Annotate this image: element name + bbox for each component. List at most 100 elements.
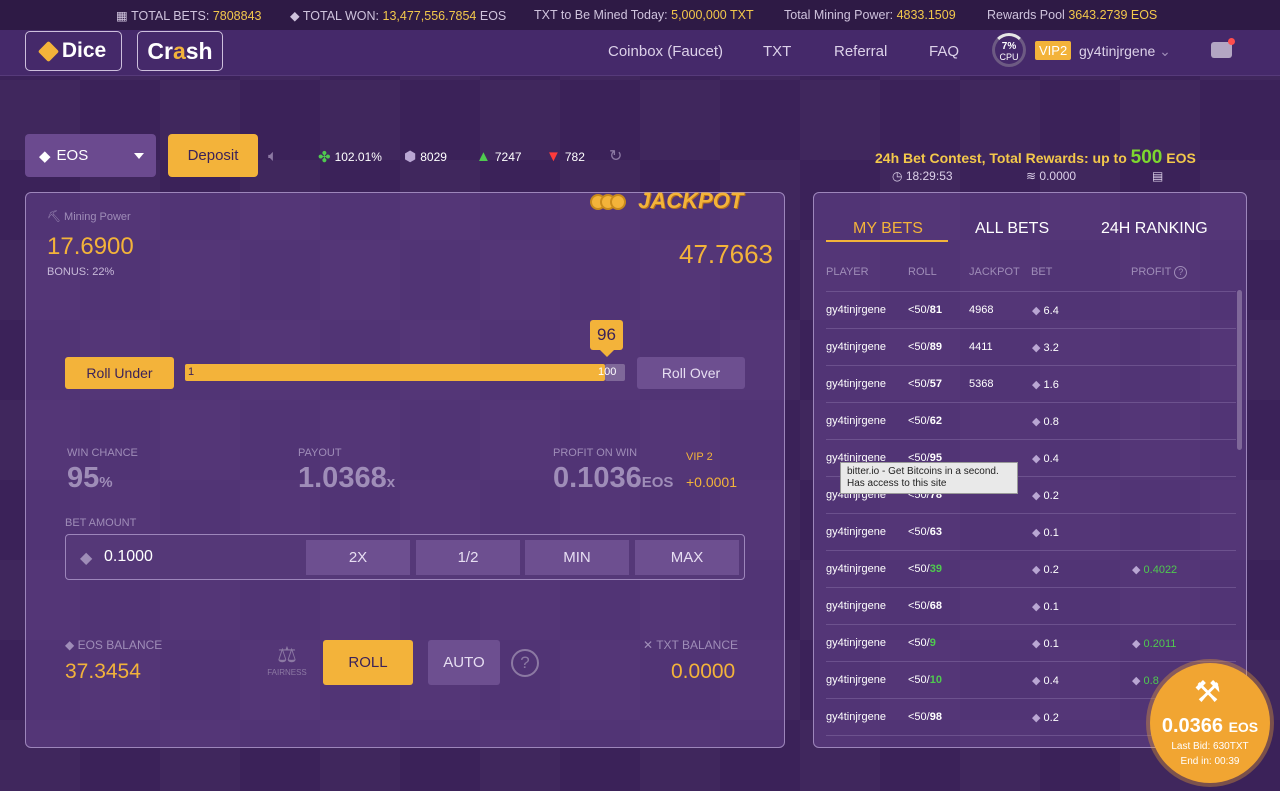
bet-contest-title[interactable]: 24h Bet Contest, Total Rewards: up to 50… — [875, 147, 1196, 169]
jackpot-banner: JACKPOT — [590, 188, 770, 230]
chevron-down-icon: ⌄ — [1159, 43, 1171, 59]
total-won-stat: ◆ TOTAL WON: 13,477,556.7854 EOS — [290, 8, 506, 23]
total-won-unit: EOS — [479, 9, 507, 23]
clover-icon: ✤ — [318, 149, 331, 166]
global-stats-bar: ▦ TOTAL BETS: 7808843 ◆ TOTAL WON: 13,47… — [0, 0, 1280, 30]
coins-icon: ≋ — [1026, 169, 1037, 183]
mining-icon: ⛏︎ — [47, 211, 61, 223]
chat-icon[interactable] — [1211, 38, 1235, 58]
max-bet-button[interactable]: MAX — [635, 540, 739, 575]
document-icon[interactable]: ▤ — [1152, 169, 1163, 183]
row-bet-value: 0.2 — [1043, 712, 1059, 724]
row-player: gy4tinjrgene — [826, 600, 886, 612]
help-icon[interactable]: ? — [511, 649, 539, 677]
header-player: PLAYER — [826, 266, 869, 278]
bets-scrollbar[interactable] — [1237, 290, 1242, 450]
row-roll-target: <50/ — [908, 637, 930, 649]
row-bet-value: 0.4 — [1043, 453, 1059, 465]
row-roll-result: 10 — [929, 674, 942, 686]
currency-select[interactable]: ◆ EOS — [25, 134, 156, 177]
min-bet-button[interactable]: MIN — [525, 540, 629, 575]
table-row: gy4tinjrgene <50/57 5368 ◆ 1.6 — [826, 366, 1236, 403]
row-profit-value: 0.8 — [1143, 675, 1159, 687]
row-roll-result: 9 — [929, 637, 936, 649]
row-roll-target: <50/ — [908, 341, 930, 353]
header-bet: BET — [1031, 266, 1053, 278]
txt-balance-value: 0.0000 — [671, 660, 736, 683]
tab-24h-ranking[interactable]: 24H RANKING — [1101, 220, 1208, 238]
row-bet-value: 0.8 — [1043, 416, 1059, 428]
total-won-value: 13,477,556.7854 — [382, 9, 477, 23]
bet-amount-input[interactable] — [104, 543, 294, 571]
half-bet-button[interactable]: 1/2 — [416, 540, 520, 575]
row-roll: <50/98 — [908, 711, 942, 723]
txt-mined-stat: TXT to Be Mined Today: 5,000,000 TXT — [534, 8, 754, 22]
luck-value: 102.01% — [334, 150, 382, 164]
gavel-icon: ⚒︎ — [1194, 676, 1221, 709]
row-player: gy4tinjrgene — [826, 674, 886, 686]
double-bet-button[interactable]: 2X — [306, 540, 410, 575]
auction-widget[interactable]: ⚒︎ 0.0366 EOS Last Bid: 630TXT End in: 0… — [1150, 663, 1270, 783]
cpu-gauge[interactable]: 7% CPU — [992, 33, 1026, 67]
main-header: Dice Cr a sh Coinbox (Faucet) TXT Referral… — [0, 30, 1280, 76]
row-roll: <50/39 — [908, 563, 942, 575]
coin-icon — [610, 194, 626, 211]
nav-faq[interactable]: FAQ — [929, 43, 959, 60]
nav-referral[interactable]: Referral — [834, 43, 887, 60]
tab-all-bets[interactable]: ALL BETS — [975, 220, 1049, 238]
refresh-icon[interactable]: ↻ — [609, 146, 622, 166]
roll-slider-handle[interactable]: 96 — [590, 320, 623, 357]
tooltip-line-1: bitter.io - Get Bitcoins in a second. — [847, 466, 999, 477]
header-profit-label: PROFIT — [1131, 266, 1172, 278]
row-bet: ◆ 1.6 — [1032, 378, 1059, 391]
row-profit: ◆ 0.8 — [1132, 674, 1159, 687]
auto-button[interactable]: AUTO — [428, 640, 500, 685]
contest-value-amount: 0.0000 — [1039, 169, 1077, 183]
roll-slider-track[interactable] — [185, 364, 605, 381]
tab-my-bets[interactable]: MY BETS — [853, 220, 923, 238]
deposit-button[interactable]: Deposit — [168, 134, 258, 177]
eos-icon: ◆ — [65, 638, 75, 652]
dice-label: Dice — [61, 39, 107, 62]
row-roll: <50/63 — [908, 526, 942, 538]
crash-label-accent: a — [172, 37, 186, 64]
contest-amount: 500 — [1130, 147, 1163, 168]
roll-over-button[interactable]: Roll Over — [637, 357, 745, 389]
dice-icon — [37, 40, 59, 62]
nav-txt[interactable]: TXT — [763, 43, 791, 60]
bet-amount-box: ◆ 2X 1/2 MIN MAX — [65, 534, 745, 580]
eos-icon: ◆ — [1032, 453, 1041, 465]
row-profit: ◆ 0.2011 — [1132, 637, 1176, 650]
row-profit-value: 0.4022 — [1143, 564, 1178, 576]
crash-game-button[interactable]: Cr a sh — [137, 31, 223, 71]
extension-tooltip: bitter.io - Get Bitcoins in a second. Ha… — [840, 462, 1018, 494]
row-roll-result: 81 — [929, 304, 942, 316]
help-icon[interactable]: ? — [1174, 266, 1188, 279]
eos-icon: ◆ — [1132, 564, 1141, 576]
roll-button[interactable]: ROLL — [323, 640, 413, 685]
eos-icon: ◆ — [290, 9, 300, 23]
txt-mined-value: 5,000,000 TXT — [671, 8, 754, 22]
row-roll-target: <50/ — [908, 378, 930, 390]
tooltip-line-2: Has access to this site — [847, 478, 947, 489]
row-bet: ◆ 0.1 — [1032, 637, 1059, 650]
row-roll-result: 62 — [929, 415, 942, 427]
row-bet: ◆ 0.1 — [1032, 526, 1059, 539]
win-chance-value: 95% — [67, 462, 113, 495]
nav-coinbox[interactable]: Coinbox (Faucet) — [608, 43, 723, 60]
fairness-button[interactable]: ⚖︎ FAIRNESS — [266, 642, 308, 677]
table-row: gy4tinjrgene <50/89 4411 ◆ 3.2 — [826, 329, 1236, 366]
eos-balance-value: 37.3454 — [65, 660, 141, 683]
roll-under-button[interactable]: Roll Under — [65, 357, 174, 389]
contest-value: ≋ 0.0000 — [1026, 169, 1076, 183]
dice-game-button[interactable]: Dice — [25, 31, 122, 71]
contest-unit: EOS — [1166, 150, 1196, 166]
table-row: gy4tinjrgene <50/39 ◆ 0.2 ◆ 0.4022 — [826, 551, 1236, 588]
total-bets-label: TOTAL BETS: — [131, 9, 210, 23]
eos-icon: ◆ — [1032, 416, 1041, 428]
user-menu[interactable]: gy4tinjrgene ⌄ — [1079, 43, 1171, 60]
header-profit: PROFIT ? — [1131, 266, 1188, 279]
row-roll-target: <50/ — [908, 415, 930, 427]
row-profit: ◆ 0.4022 — [1132, 563, 1177, 576]
mute-icon[interactable]: 🔈︎ — [268, 148, 278, 166]
